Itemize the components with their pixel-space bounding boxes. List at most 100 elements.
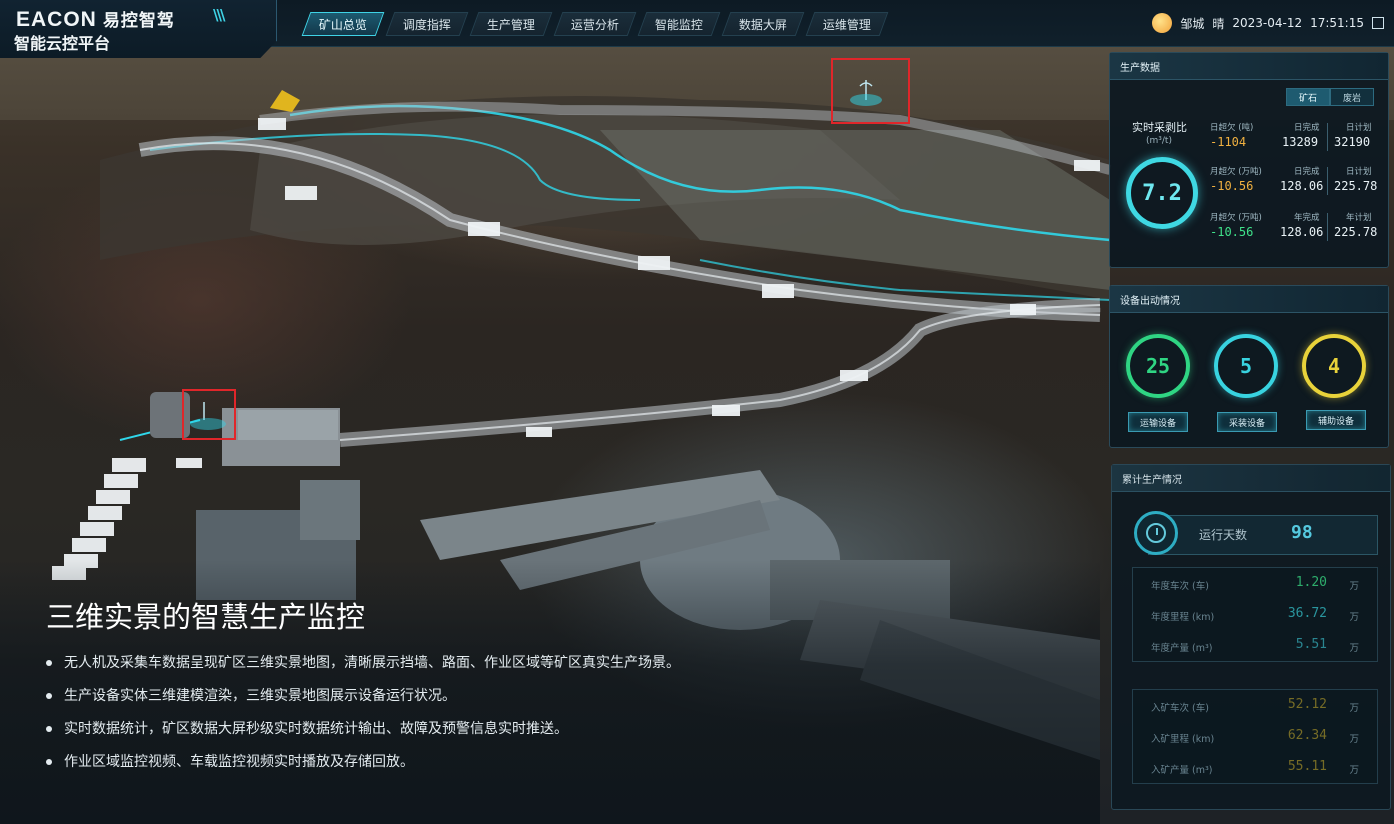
nav-mine-overview[interactable]: 矿山总览 [301,12,385,36]
stat-unit: 万 [1349,765,1359,776]
day-over-value: -1104 [1210,135,1247,149]
stat-label: 年度里程 (km) [1151,612,1215,623]
year-done-value: 128.06 [1280,225,1324,239]
logo: EACON 易控智驾 [16,6,175,32]
year-done-label: 年完成 [1294,213,1320,223]
time: 17:51:15 [1310,16,1364,30]
day-plan-value: 32190 [1334,135,1371,149]
day-done-label: 日完成 [1294,123,1320,133]
auxiliary-gauge: 4 [1302,334,1366,398]
divider [1327,123,1328,151]
feature-item: 无人机及采集车数据呈现矿区三维实景地图，清晰展示挡墙、路面、作业区域等矿区真实生… [46,652,766,685]
year-over-value: -10.56 [1210,225,1254,239]
platform-name: 智能云控平台 [14,34,111,53]
nav-label: 调度指挥 [402,17,451,32]
stat-unit: 万 [1349,612,1359,623]
day-done-value: 13289 [1282,135,1319,149]
stat-value: 55.11 [1287,759,1327,774]
year-plan-value: 225.78 [1334,225,1378,239]
panel-title: 累计生产情况 [1112,465,1390,492]
stat-label: 入矿产量 (m³) [1151,765,1213,776]
transport-count: 25 [1145,354,1171,378]
running-days-box: 运行天数 98 [1148,515,1378,555]
annual-mileage-row: 年度里程 (km) 36.72 万 [1133,599,1377,630]
month-plan-value: 225.78 [1334,179,1378,193]
stat-value: 1.20 [1295,575,1327,590]
annual-output-row: 年度产量 (m³) 5.51 万 [1133,630,1377,661]
stat-value: 62.34 [1287,728,1327,743]
status-bar: 邹城 晴 2023-04-12 17:51:15 [1152,12,1384,34]
stat-value: 36.72 [1287,606,1327,621]
month-done-label: 日完成 [1294,167,1320,177]
mine-entry-stats: 入矿车次 (车) 52.12 万 入矿里程 (km) 62.34 万 入矿产量 (m³)… [1132,689,1378,784]
location: 邹城 [1180,16,1205,31]
logo-area[interactable]: EACON 易控智驾 \\\ 智能云控平台 [0,0,277,58]
material-tabs: 矿石 废岩 [1286,88,1374,106]
cumulative-panel: 累计生产情况 运行天数 98 年度车次 (车) 1.20 万 年度里程 (km) 36… [1111,464,1391,810]
nav-production[interactable]: 生产管理 [469,12,553,36]
nav-label: 运营分析 [570,17,619,32]
month-over-value: -10.56 [1210,179,1254,193]
stat-unit: 万 [1349,643,1359,654]
year-plan-label: 年计划 [1346,213,1372,223]
stat-value: 5.51 [1295,637,1327,652]
tab-ore[interactable]: 矿石 [1286,88,1330,106]
nav-big-screen[interactable]: 数据大屏 [721,12,805,36]
stat-label: 年度车次 (车) [1151,581,1209,592]
annual-trips-row: 年度车次 (车) 1.20 万 [1133,568,1377,599]
ratio-value: 7.2 [1142,180,1182,206]
nav-dispatch[interactable]: 调度指挥 [385,12,469,36]
weather: 晴 [1212,16,1225,31]
divider [1327,167,1328,195]
main-nav: 矿山总览 调度指挥 生产管理 运营分析 智能监控 数据大屏 运维管理 [301,12,889,36]
divider [1327,213,1328,241]
feature-item: 生产设备实体三维建模渲染，三维实景地图展示设备运行状况。 [46,685,766,718]
stat-label: 入矿里程 (km) [1151,734,1215,745]
transport-equipment-button[interactable]: 运输设备 [1128,412,1188,432]
month-plan-label: 日计划 [1346,167,1372,177]
nav-label: 智能监控 [654,17,703,32]
loading-count: 5 [1239,354,1253,378]
equipment-panel: 设备出动情况 25 运输设备 5 采装设备 4 辅助设备 [1109,285,1389,448]
nav-monitoring[interactable]: 智能监控 [637,12,721,36]
stat-label: 入矿车次 (车) [1151,703,1209,714]
nav-label: 运维管理 [822,17,871,32]
date: 2023-04-12 [1232,16,1303,30]
logo-cn: 易控智驾 [102,11,175,30]
loading-equipment-button[interactable]: 采装设备 [1217,412,1277,432]
stat-unit: 万 [1349,581,1359,592]
entry-output-row: 入矿产量 (m³) 55.11 万 [1133,752,1377,783]
transport-gauge: 25 [1126,334,1190,398]
nav-label: 生产管理 [486,17,535,32]
panel-title: 设备出动情况 [1110,286,1388,313]
stat-label: 年度产量 (m³) [1151,643,1213,654]
month-over-label: 月超欠 (万吨) [1210,167,1262,177]
clock-icon [1134,511,1178,555]
feature-item: 实时数据统计，矿区数据大屏秒级实时数据统计输出、故障及预警信息实时推送。 [46,718,766,751]
stat-unit: 万 [1349,734,1359,745]
production-panel: 生产数据 矿石 废岩 实时采剥比 (m³/t) 7.2 日超欠 (吨) -110… [1109,52,1389,268]
panel-title: 生产数据 [1110,53,1388,80]
stat-unit: 万 [1349,703,1359,714]
nav-maintenance[interactable]: 运维管理 [805,12,889,36]
year-over-label: 月超欠 (万吨) [1210,213,1262,223]
day-plan-label: 日计划 [1346,123,1372,133]
ratio-label: 实时采剥比 [1132,121,1187,134]
entry-trips-row: 入矿车次 (车) 52.12 万 [1133,690,1377,721]
auxiliary-equipment-button[interactable]: 辅助设备 [1306,410,1366,430]
antenna-marker-left[interactable] [182,389,236,440]
loading-gauge: 5 [1214,334,1278,398]
running-days-value: 98 [1291,522,1313,543]
nav-operations[interactable]: 运营分析 [553,12,637,36]
ratio-gauge: 7.2 [1126,157,1198,229]
day-over-label: 日超欠 (吨) [1210,123,1254,133]
month-done-value: 128.06 [1280,179,1324,193]
tab-waste-rock[interactable]: 废岩 [1330,88,1374,106]
antenna-marker-top[interactable] [831,58,910,124]
stat-value: 52.12 [1287,697,1327,712]
nav-label: 矿山总览 [318,17,367,32]
caption-title: 三维实景的智慧生产监控 [46,600,366,634]
feature-item: 作业区域监控视频、车载监控视频实时播放及存储回放。 [46,751,766,784]
annual-stats: 年度车次 (车) 1.20 万 年度里程 (km) 36.72 万 年度产量 (m³) 5… [1132,567,1378,662]
fullscreen-icon[interactable] [1372,17,1384,29]
